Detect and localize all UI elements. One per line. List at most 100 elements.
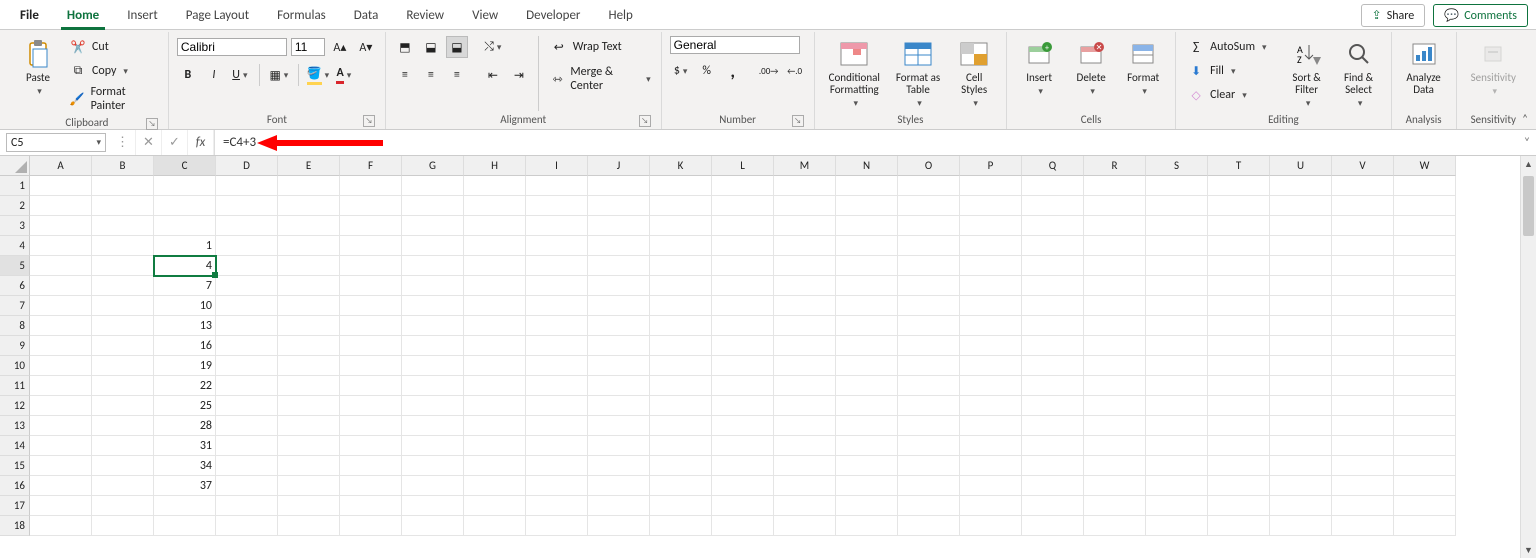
cell[interactable] [30, 316, 92, 336]
tab-developer[interactable]: Developer [512, 2, 594, 29]
tab-view[interactable]: View [458, 2, 512, 29]
align-right-button[interactable]: ≡ [446, 64, 468, 86]
row-header[interactable]: 14 [0, 436, 30, 456]
cell[interactable] [92, 256, 154, 276]
cell[interactable] [216, 336, 278, 356]
cell[interactable] [836, 256, 898, 276]
cell[interactable] [650, 296, 712, 316]
cell[interactable] [774, 316, 836, 336]
cell[interactable] [1394, 436, 1456, 456]
cell[interactable] [588, 476, 650, 496]
cell[interactable] [526, 436, 588, 456]
cell[interactable] [464, 516, 526, 536]
cell[interactable] [1394, 176, 1456, 196]
cell[interactable] [898, 296, 960, 316]
cell[interactable]: 10 [154, 296, 216, 316]
cell[interactable] [960, 376, 1022, 396]
cell[interactable] [1022, 396, 1084, 416]
cell[interactable] [1332, 176, 1394, 196]
cell[interactable] [30, 276, 92, 296]
cell[interactable] [960, 496, 1022, 516]
vertical-scrollbar[interactable]: ▲ ▼ [1520, 156, 1536, 558]
cell[interactable] [960, 356, 1022, 376]
font-name-select[interactable] [177, 38, 287, 56]
cell[interactable] [960, 316, 1022, 336]
cell[interactable] [898, 276, 960, 296]
cell[interactable] [216, 176, 278, 196]
cell[interactable] [340, 416, 402, 436]
cell[interactable] [1270, 516, 1332, 536]
cell[interactable]: 1 [154, 236, 216, 256]
decrease-decimal-button[interactable]: ←.0 [784, 60, 806, 82]
column-header[interactable]: K [650, 156, 712, 176]
cell[interactable] [216, 316, 278, 336]
cell[interactable] [774, 496, 836, 516]
cell[interactable] [464, 396, 526, 416]
cell[interactable] [1084, 336, 1146, 356]
cell[interactable] [340, 476, 402, 496]
cell[interactable] [1146, 476, 1208, 496]
cell[interactable] [1394, 236, 1456, 256]
cell[interactable] [1208, 236, 1270, 256]
cell[interactable] [216, 516, 278, 536]
cell[interactable] [464, 436, 526, 456]
cell[interactable] [898, 236, 960, 256]
cell[interactable] [650, 316, 712, 336]
tab-help[interactable]: Help [594, 2, 646, 29]
cell[interactable] [340, 176, 402, 196]
cell[interactable]: 25 [154, 396, 216, 416]
cell[interactable] [340, 316, 402, 336]
cell[interactable] [588, 496, 650, 516]
cell[interactable] [340, 356, 402, 376]
font-color-button[interactable]: A [333, 64, 355, 86]
cell[interactable] [1084, 516, 1146, 536]
cell[interactable] [774, 196, 836, 216]
decrease-indent-button[interactable]: ⇤ [482, 64, 504, 86]
cell[interactable] [526, 416, 588, 436]
cell[interactable] [402, 236, 464, 256]
row-header[interactable]: 8 [0, 316, 30, 336]
cell[interactable] [898, 336, 960, 356]
cell[interactable] [1394, 276, 1456, 296]
sensitivity-button[interactable]: Sensitivity [1465, 36, 1522, 99]
cell[interactable] [464, 176, 526, 196]
cell[interactable] [216, 296, 278, 316]
cell[interactable] [464, 276, 526, 296]
cell[interactable] [464, 336, 526, 356]
cell[interactable] [960, 276, 1022, 296]
cell[interactable] [588, 396, 650, 416]
cell[interactable] [30, 416, 92, 436]
cell[interactable] [216, 496, 278, 516]
cell[interactable] [960, 196, 1022, 216]
cell[interactable] [1208, 436, 1270, 456]
cell[interactable] [1084, 276, 1146, 296]
accounting-format-button[interactable]: $ [670, 60, 692, 82]
cell[interactable] [712, 376, 774, 396]
cell[interactable] [30, 256, 92, 276]
formula-input[interactable]: =C4+3 [214, 130, 1518, 155]
column-header[interactable]: D [216, 156, 278, 176]
cell[interactable] [960, 176, 1022, 196]
enter-formula-button[interactable]: ✓ [162, 130, 188, 155]
cell[interactable] [898, 376, 960, 396]
cell[interactable] [1270, 256, 1332, 276]
cell[interactable] [650, 196, 712, 216]
cell[interactable] [712, 436, 774, 456]
cell[interactable] [898, 256, 960, 276]
cell[interactable] [1146, 256, 1208, 276]
cell[interactable] [340, 396, 402, 416]
column-header[interactable]: Q [1022, 156, 1084, 176]
cell[interactable] [340, 196, 402, 216]
paste-button[interactable]: Paste [14, 36, 62, 99]
cell[interactable] [92, 496, 154, 516]
cell[interactable] [1332, 276, 1394, 296]
cell[interactable] [278, 416, 340, 436]
cell[interactable] [278, 176, 340, 196]
cell[interactable] [960, 476, 1022, 496]
cell[interactable] [774, 256, 836, 276]
autosum-button[interactable]: ∑ AutoSum [1184, 36, 1268, 58]
column-header[interactable]: M [774, 156, 836, 176]
cell[interactable] [1394, 416, 1456, 436]
cell[interactable] [402, 256, 464, 276]
cell[interactable] [278, 436, 340, 456]
